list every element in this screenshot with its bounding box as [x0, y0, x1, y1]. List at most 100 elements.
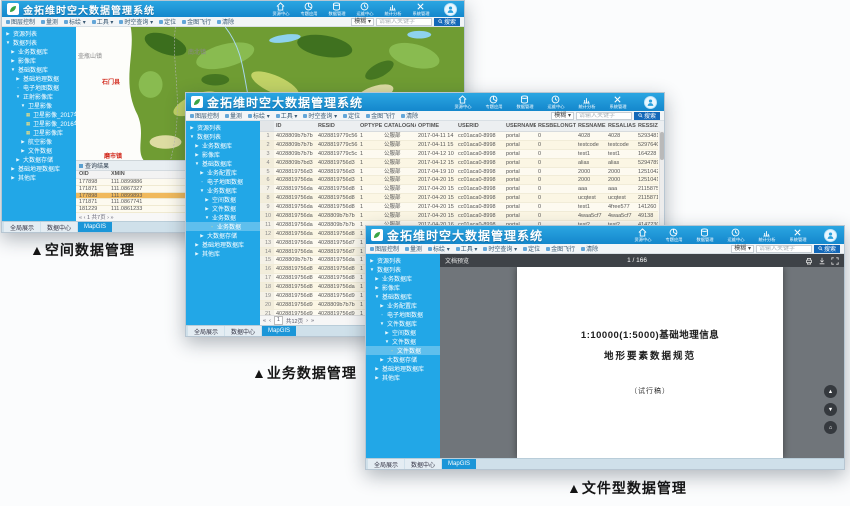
- map-tool-button[interactable]: 图层控制: [6, 17, 35, 26]
- search-button[interactable]: 搜索: [814, 245, 840, 253]
- tree-expand-icon[interactable]: ▶: [5, 31, 11, 37]
- tree-expand-icon[interactable]: ▶: [20, 148, 26, 154]
- tab-global-view[interactable]: 全局展示: [368, 459, 404, 469]
- table-row[interactable]: 24028809b7b7b4028819779c561公服部2017-04-11…: [260, 141, 658, 150]
- grid-column-header[interactable]: RESBELONGTY: [536, 121, 576, 131]
- page-prev-button[interactable]: ‹: [269, 318, 271, 324]
- tree-item[interactable]: ▶ 文件数据: [2, 146, 76, 155]
- tree-item[interactable]: ▶ 基础地理数据库: [366, 364, 440, 373]
- page-number-input[interactable]: 1: [274, 316, 283, 325]
- search-mode-select[interactable]: 模糊 ▾: [551, 112, 574, 120]
- table-row[interactable]: 104028819756da4028809b7b7b1公服部2017-04-20…: [260, 212, 658, 221]
- tree-expand-icon[interactable]: ▶: [204, 197, 210, 203]
- tree-item[interactable]: ▼ 业务数据库: [186, 186, 260, 195]
- tree-item[interactable]: ▶ 影像库: [186, 150, 260, 159]
- floating-control-button[interactable]: ▼: [824, 403, 837, 416]
- map-tool-button[interactable]: 工具 ▾: [456, 244, 478, 253]
- tree-expand-icon[interactable]: ▶: [374, 285, 380, 291]
- map-tool-button[interactable]: 清除: [581, 244, 598, 253]
- tree-expand-icon[interactable]: ▶: [379, 357, 385, 363]
- tree-item[interactable]: ◦ 电子地图数据: [2, 83, 76, 92]
- tree-expand-icon[interactable]: ▶: [374, 375, 380, 381]
- tree-expand-icon[interactable]: ▼: [194, 161, 200, 166]
- nav-data-management[interactable]: 数据管理: [327, 2, 347, 17]
- table-row[interactable]: 54028819756d34028819756d31公服部2017-04-19 …: [260, 168, 658, 177]
- tree-item[interactable]: ▶ 资源列表: [186, 123, 260, 132]
- tree-item[interactable]: ▼ 数据列表: [186, 132, 260, 141]
- nav-thematic-apps[interactable]: 专题应用: [299, 2, 319, 17]
- tree-item[interactable]: ▶ 其他库: [2, 173, 76, 182]
- map-tool-button[interactable]: 定位: [343, 111, 360, 120]
- nav-statistics[interactable]: 统计分析: [577, 95, 597, 110]
- tree-expand-icon[interactable]: ▼: [15, 94, 21, 99]
- tree-expand-icon[interactable]: ◦: [379, 312, 385, 317]
- map-tool-button[interactable]: 工具 ▾: [92, 17, 114, 26]
- user-avatar[interactable]: [824, 229, 837, 242]
- tree-item[interactable]: ▼ 卫星影像: [2, 101, 76, 110]
- grid-column-header[interactable]: RESSIZE: [636, 121, 658, 131]
- nav-statistics[interactable]: 统计分析: [383, 2, 403, 17]
- grid-column-header[interactable]: USERNAME: [504, 121, 536, 131]
- search-mode-select[interactable]: 模糊 ▾: [351, 18, 374, 26]
- tree-expand-icon[interactable]: ▦: [25, 121, 31, 127]
- tab-mapgis[interactable]: MapGIS: [262, 326, 296, 336]
- tree-item[interactable]: ▦ 卫星影像库: [2, 128, 76, 137]
- tree-item[interactable]: ▶ 空间数据: [366, 328, 440, 337]
- tab-data-center[interactable]: 数据中心: [225, 326, 261, 336]
- nav-ops-center[interactable]: 运维中心: [355, 2, 375, 17]
- tree-expand-icon[interactable]: ▼: [199, 188, 205, 193]
- map-tool-button[interactable]: 量测: [41, 17, 58, 26]
- nav-ops-center[interactable]: 运维中心: [546, 95, 566, 110]
- tree-item[interactable]: ▶ 空间数据: [186, 195, 260, 204]
- tree-expand-icon[interactable]: ▶: [194, 143, 200, 149]
- tree-item[interactable]: ◦ 电子地图数据: [366, 310, 440, 319]
- map-tool-button[interactable]: 时空查询 ▾: [303, 111, 337, 120]
- tab-mapgis[interactable]: MapGIS: [442, 459, 476, 469]
- tree-expand-icon[interactable]: ▼: [5, 40, 11, 45]
- map-tool-button[interactable]: 标绘 ▾: [248, 111, 270, 120]
- map-tool-button[interactable]: 金图飞行: [182, 17, 211, 26]
- tab-data-center[interactable]: 数据中心: [405, 459, 441, 469]
- tree-item[interactable]: ▼ 数据列表: [2, 38, 76, 47]
- search-button[interactable]: 搜索: [434, 18, 460, 26]
- tree-item[interactable]: ▼ 文件数据库: [366, 319, 440, 328]
- grid-column-header[interactable]: OPTYPE: [358, 121, 382, 131]
- user-avatar[interactable]: [644, 96, 657, 109]
- tree-item[interactable]: ▶ 业务数据库: [366, 274, 440, 283]
- table-row[interactable]: 74028819756da4028819756d81公服部2017-04-20 …: [260, 185, 658, 194]
- tree-item[interactable]: ▶ 资源列表: [2, 29, 76, 38]
- floating-control-button[interactable]: ⌂: [824, 421, 837, 434]
- tree-item[interactable]: ◦ 电子地图数据: [186, 177, 260, 186]
- page-last-button[interactable]: »: [311, 318, 314, 324]
- tree-expand-icon[interactable]: ▶: [10, 166, 16, 172]
- tree-expand-icon[interactable]: ▶: [10, 175, 16, 181]
- map-tool-button[interactable]: 量测: [225, 111, 242, 120]
- tree-expand-icon[interactable]: ▶: [194, 242, 200, 248]
- nav-resource-center[interactable]: 资源中心: [453, 95, 473, 110]
- tree-item[interactable]: ▼ 正射影像库: [2, 92, 76, 101]
- tree-expand-icon[interactable]: ▶: [374, 276, 380, 282]
- download-icon[interactable]: [818, 257, 826, 265]
- tree-expand-icon[interactable]: ▶: [194, 251, 200, 257]
- table-row[interactable]: 84028819756da4028819756d81公服部2017-04-20 …: [260, 194, 658, 203]
- tree-expand-icon[interactable]: ▶: [20, 139, 26, 145]
- print-icon[interactable]: [805, 257, 813, 265]
- tree-item[interactable]: ▶ 基础地理数据库: [2, 164, 76, 173]
- tree-item[interactable]: ▶ 业务配置库: [186, 168, 260, 177]
- map-tool-button[interactable]: 标绘 ▾: [64, 17, 86, 26]
- map-tool-button[interactable]: 标绘 ▾: [428, 244, 450, 253]
- table-row[interactable]: 64028819756da4028819756d31公服部2017-04-20 …: [260, 176, 658, 185]
- grid-column-header[interactable]: RESALIAS: [606, 121, 636, 131]
- nav-thematic-apps[interactable]: 专题应用: [484, 95, 504, 110]
- tree-item[interactable]: ▶ 业务数据库: [186, 141, 260, 150]
- nav-system-settings[interactable]: 系统管理: [608, 95, 628, 110]
- tree-expand-icon[interactable]: ▶: [15, 157, 21, 163]
- tree-expand-icon[interactable]: ▶: [10, 58, 16, 64]
- tree-item[interactable]: ▶ 大数据存储: [186, 231, 260, 240]
- map-tool-button[interactable]: 清除: [401, 111, 418, 120]
- map-tool-button[interactable]: 金图飞行: [366, 111, 395, 120]
- tree-expand-icon[interactable]: ◦: [15, 85, 21, 90]
- tree-expand-icon[interactable]: ▶: [199, 233, 205, 239]
- tree-expand-icon[interactable]: ▼: [379, 321, 385, 326]
- tree-expand-icon[interactable]: ▼: [204, 215, 210, 220]
